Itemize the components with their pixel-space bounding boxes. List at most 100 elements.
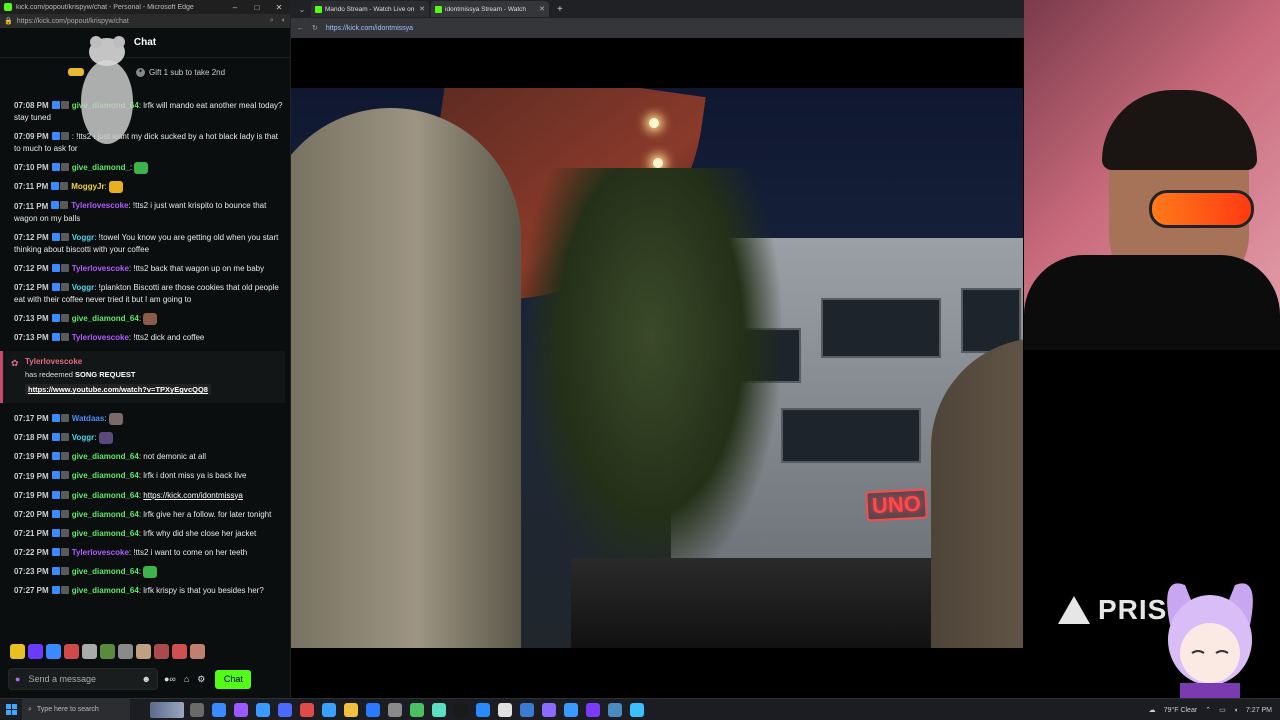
zoom-icon[interactable]: ⌕ (270, 17, 274, 24)
emote-icon[interactable] (136, 644, 151, 659)
emote-icon[interactable] (172, 644, 187, 659)
taskbar-app-icon[interactable] (212, 702, 226, 717)
message-username[interactable]: give_diamond_64 (72, 567, 139, 576)
stream-video-player[interactable]: UNO O (291, 88, 1023, 648)
message-username[interactable]: Tylerlovescoke (72, 264, 129, 273)
taskbar-app-icon[interactable] (520, 702, 534, 717)
taskbar-app-icon[interactable] (564, 702, 578, 717)
tab-close-icon[interactable]: ✕ (539, 5, 545, 13)
taskbar-app-icon[interactable] (542, 702, 556, 717)
message-username[interactable]: give_diamond_64 (72, 510, 139, 519)
taskbar-app-icon[interactable] (454, 702, 468, 717)
store-icon[interactable]: ⌂ (184, 674, 189, 685)
chat-message[interactable]: 07:19 PM give_diamond_64: not demonic at … (14, 451, 285, 463)
emote-icon[interactable] (82, 644, 97, 659)
emote-icon[interactable] (64, 644, 79, 659)
chat-window-addressbar[interactable]: 🔒 https://kick.com/popout/krispyw/chat ⌕… (0, 14, 290, 28)
chat-message-list[interactable]: 07:08 PMgive_diamond_64: lrfk will mando… (0, 100, 291, 640)
message-username[interactable]: give_diamond_64 (72, 314, 139, 323)
emote-icon[interactable] (154, 644, 169, 659)
emote-icon[interactable] (100, 644, 115, 659)
chat-message[interactable]: 07:12 PM Voggr: !plankton Biscotti are th… (14, 282, 285, 306)
taskbar-app-icon[interactable] (586, 702, 600, 717)
start-button[interactable] (0, 699, 22, 720)
settings-gear-icon[interactable]: ⚙ (197, 674, 205, 685)
taskbar-app-icon[interactable] (410, 702, 424, 717)
message-username[interactable]: give_diamond_64 (72, 491, 139, 500)
chat-message[interactable]: 07:10 PM give_diamond_: (14, 162, 285, 175)
emote-icon[interactable] (10, 644, 25, 659)
microphone-icon[interactable]: ● (15, 674, 20, 684)
taskbar-app-icon[interactable] (608, 702, 622, 717)
emoji-icon[interactable]: ☻ (142, 674, 151, 684)
maximize-button[interactable]: □ (246, 3, 268, 12)
taskbar-app-icon[interactable] (256, 702, 270, 717)
close-button[interactable]: ✕ (268, 3, 290, 12)
tab-mando-stream[interactable]: Mando Stream - Watch Live on Ki ✕ (311, 1, 429, 17)
taskbar-app-icon[interactable] (344, 702, 358, 717)
taskbar-app-icon[interactable] (476, 702, 490, 717)
taskbar-app-icon[interactable] (190, 702, 204, 717)
tray-arrow-icon[interactable]: ⌃ (1205, 706, 1211, 714)
chat-message[interactable]: 07:21 PM give_diamond_64: lrfk why did sh… (14, 528, 285, 540)
emote-icon[interactable] (118, 644, 133, 659)
emote-icon[interactable] (28, 644, 43, 659)
message-username[interactable]: MoggyJr (71, 182, 104, 191)
chat-message[interactable]: 07:19 PM give_diamond_64: lrfk i dont mis… (14, 470, 285, 482)
taskbar-app-icon[interactable] (630, 702, 644, 717)
network-icon[interactable]: ▭ (1219, 706, 1226, 714)
message-username[interactable]: give_diamond_64 (72, 586, 139, 595)
users-icon[interactable]: ●∞ (164, 674, 176, 685)
message-username[interactable]: Voggr (72, 233, 95, 242)
chat-message[interactable]: 07:20 PM give_diamond_64: lrfk give her a… (14, 509, 285, 521)
message-username[interactable]: Voggr (72, 283, 95, 292)
redeem-username[interactable]: Tylerlovescoke (25, 357, 277, 366)
message-username[interactable]: Voggr (72, 433, 95, 442)
taskbar-search[interactable]: ⌕ Type here to search (22, 698, 130, 720)
redeem-link[interactable]: https://www.youtube.com/watch?v=TPXyEgvc… (25, 384, 211, 396)
chat-send-button[interactable]: Chat (215, 669, 252, 689)
taskbar-app-icon[interactable] (388, 702, 402, 717)
message-username[interactable]: Tylerlovescoke (72, 333, 129, 342)
chat-message[interactable]: 07:13 PM Tylerlovescoke: !tts2 dick and c… (14, 332, 285, 344)
chat-message[interactable]: 07:13 PM give_diamond_64: (14, 312, 285, 325)
taskbar-app-icon[interactable] (498, 702, 512, 717)
message-username[interactable]: give_diamond_ (72, 163, 130, 172)
chat-message[interactable]: 07:22 PM Tylerlovescoke: !tts2 i want to … (14, 547, 285, 559)
chat-message[interactable]: 07:27 PM give_diamond_64: lrfk krispy is … (14, 585, 285, 597)
chat-message[interactable]: 07:19 PM give_diamond_64: https://kick.co… (14, 490, 285, 502)
taskbar-app-icon[interactable] (278, 702, 292, 717)
message-username[interactable]: give_diamond_64 (72, 452, 139, 461)
tab-close-icon[interactable]: ✕ (419, 5, 425, 13)
taskbar-app-icon[interactable] (366, 702, 380, 717)
chat-message[interactable]: 07:17 PM Watdaas: (14, 413, 285, 426)
chat-message[interactable]: 07:11 PM MoggyJr: (14, 181, 285, 194)
chat-window-titlebar[interactable]: kick.com/popout/krispyw/chat - Personal … (0, 0, 290, 14)
taskbar-app-icon[interactable] (322, 702, 336, 717)
weather-text[interactable]: 79°F Clear (1164, 707, 1198, 714)
chat-message[interactable]: 07:12 PM Tylerlovescoke: !tts2 back that … (14, 263, 285, 275)
search-highlight-thumbnail[interactable] (150, 701, 184, 718)
reload-icon[interactable]: ↻ (312, 24, 318, 32)
message-username[interactable]: Tylerlovescoke (71, 202, 128, 211)
tab-idontmissya-stream[interactable]: idontmissya Stream - Watch ✕ (431, 1, 549, 17)
chat-message[interactable]: 07:18 PM Voggr: (14, 432, 285, 445)
message-username[interactable]: give_diamond_64 (72, 529, 139, 538)
message-username[interactable]: give_diamond_64 (72, 472, 139, 481)
minimize-button[interactable]: – (224, 3, 246, 12)
emote-icon[interactable] (190, 644, 205, 659)
taskbar-app-icon[interactable] (432, 702, 446, 717)
taskbar-app-icon[interactable] (234, 702, 248, 717)
chat-message[interactable]: 07:23 PM give_diamond_64: (14, 565, 285, 578)
chat-message[interactable]: 07:12 PM Voggr: !towel You know you are g… (14, 232, 285, 256)
volume-icon[interactable]: ◖ (1234, 707, 1238, 714)
taskbar-app-icon[interactable] (300, 702, 314, 717)
message-link[interactable]: https://kick.com/idontmissya (143, 491, 243, 500)
edge-logo-icon[interactable]: ◐ (282, 17, 286, 24)
tab-actions-icon[interactable]: ⌄ (295, 5, 309, 14)
emote-icon[interactable] (46, 644, 61, 659)
chat-message-input[interactable]: ● Send a message ☻ (8, 668, 158, 690)
message-username[interactable]: Watdaas (72, 414, 105, 423)
new-tab-icon[interactable]: + (557, 4, 563, 15)
chat-message[interactable]: 07:11 PM Tylerlovescoke: !tts2 i just wan… (14, 200, 285, 224)
